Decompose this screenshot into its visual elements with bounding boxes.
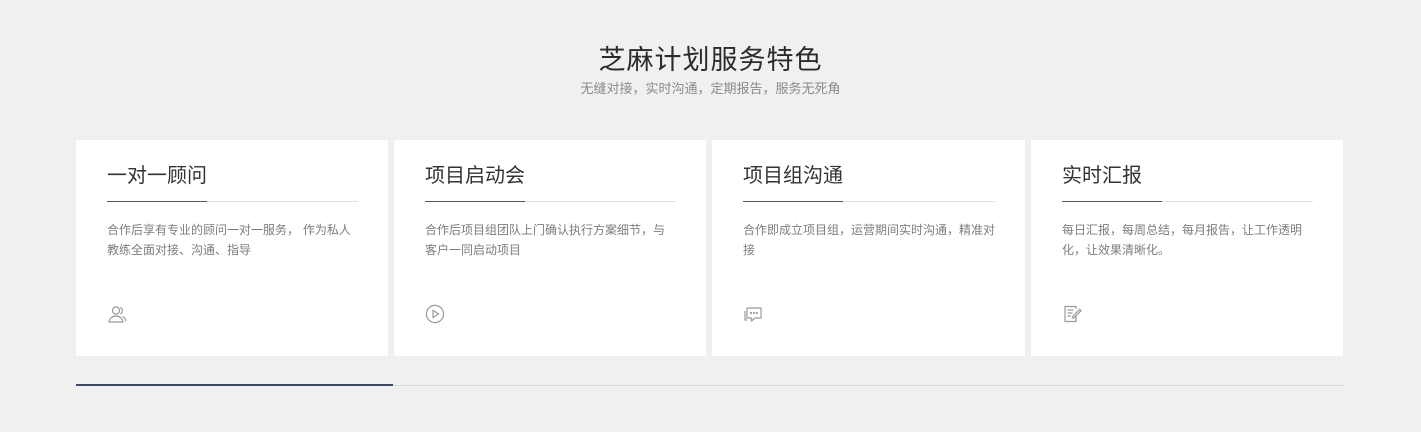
card-description: 合作后项目组团队上门确认执行方案细节，与客户一同启动项目 xyxy=(425,223,666,257)
card-title: 项目启动会 xyxy=(425,163,525,187)
report-edit-icon xyxy=(1061,303,1083,325)
card-divider-accent xyxy=(107,201,207,202)
feature-card-kickoff[interactable]: 项目启动会 合作后项目组团队上门确认执行方案细节，与客户一同启动项目 xyxy=(394,140,706,356)
feature-card-realtime-report[interactable]: 实时汇报 每日汇报，每周总结，每月报告，让工作透明化，让效果清晰化。 xyxy=(1031,140,1343,356)
section-subtitle: 无缝对接，实时沟通，定期报告，服务无死角 xyxy=(580,82,841,97)
section-title: 芝麻计划服务特色 xyxy=(598,45,823,76)
feature-card-consultant[interactable]: 一对一顾问 合作后享有专业的顾问一对一服务， 作为私人教练全面对接、沟通、指导 xyxy=(76,140,388,356)
card-description: 合作即成立项目组，运营期间实时沟通，精准对接 xyxy=(743,223,996,257)
feature-card-team-communication[interactable]: 项目组沟通 合作即成立项目组，运营期间实时沟通，精准对接 xyxy=(712,140,1025,356)
play-circle-icon xyxy=(424,303,446,325)
carousel-progress-indicator xyxy=(76,384,393,386)
card-description: 合作后享有专业的顾问一对一服务， 作为私人教练全面对接、沟通、指导 xyxy=(107,223,351,257)
card-title: 实时汇报 xyxy=(1062,163,1142,187)
card-title: 一对一顾问 xyxy=(107,163,207,187)
card-divider-accent xyxy=(1062,201,1162,202)
card-description: 每日汇报，每周总结，每月报告，让工作透明化，让效果清晰化。 xyxy=(1062,223,1303,257)
section-header: 芝麻计划服务特色 无缝对接，实时沟通，定期报告，服务无死角 xyxy=(0,42,1421,100)
card-divider-accent xyxy=(743,201,843,202)
card-divider-accent xyxy=(425,201,525,202)
chat-icon xyxy=(742,303,764,325)
users-icon xyxy=(106,303,128,325)
card-title: 项目组沟通 xyxy=(743,163,843,187)
feature-cards: 一对一顾问 合作后享有专业的顾问一对一服务， 作为私人教练全面对接、沟通、指导 … xyxy=(76,140,1345,356)
carousel-progress-track[interactable] xyxy=(76,384,1345,386)
